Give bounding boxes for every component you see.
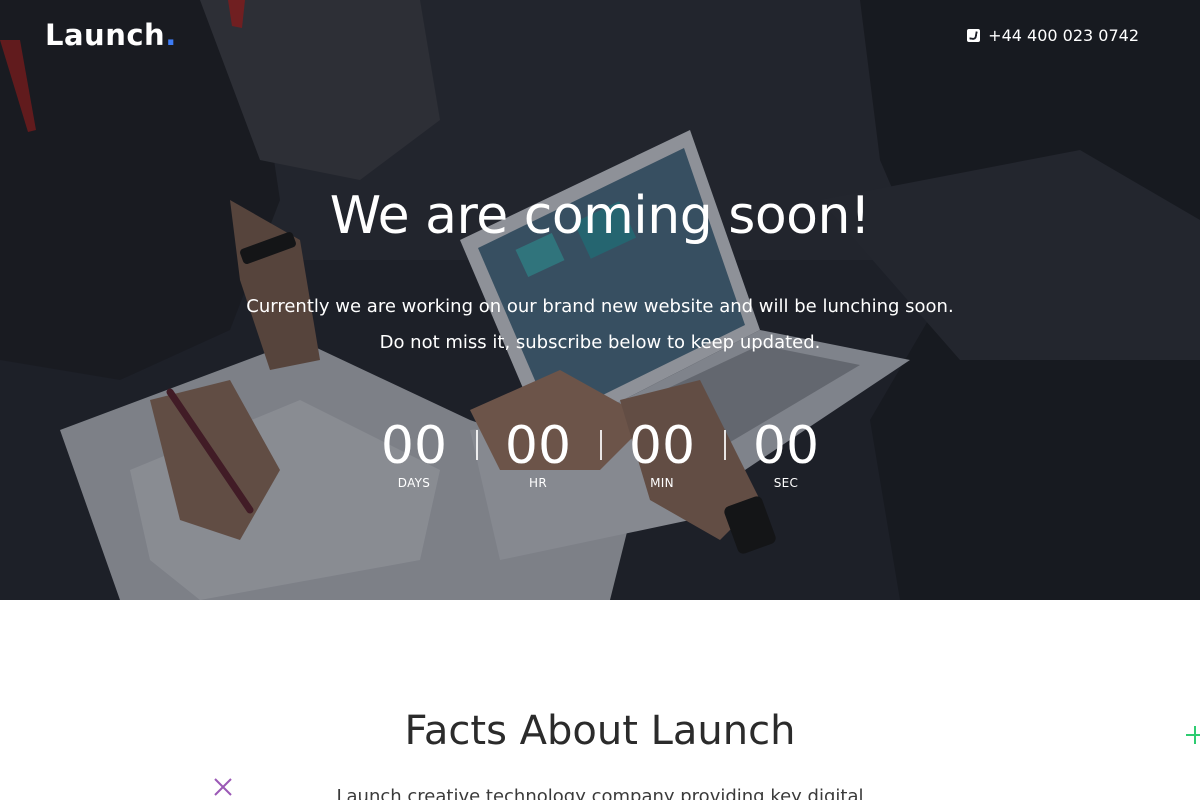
countdown-hours-value: 00 — [504, 416, 572, 476]
facts-section: Facts About Launch Launch creative techn… — [0, 600, 1200, 800]
coming-soon-page: Launch. +44 400 023 0742 We are coming s… — [0, 0, 1200, 800]
countdown-days: 00 DAYS — [352, 417, 476, 497]
countdown-minutes-label: MIN — [650, 476, 674, 490]
countdown-minutes: 00 MIN — [600, 417, 724, 497]
facts-description: Launch creative technology company provi… — [336, 786, 864, 800]
countdown-seconds-label: SEC — [773, 476, 799, 490]
hero-section: Launch. +44 400 023 0742 We are coming s… — [0, 0, 1200, 600]
phone-icon — [967, 29, 981, 42]
countdown-days-value: 00 — [380, 416, 448, 476]
page-headline: We are coming soon! — [329, 186, 871, 246]
countdown-days-label: DAYS — [397, 476, 431, 490]
intro-line-1: Currently we are working on our brand ne… — [246, 296, 954, 317]
logo-dot: . — [165, 18, 177, 52]
countdown-minutes-value: 00 — [628, 416, 696, 476]
countdown-hours-label: HR — [529, 476, 547, 490]
countdown-timer: 00 DAYS 00 HR 00 MIN 00 SEC — [352, 417, 848, 497]
countdown-hours: 00 HR — [476, 417, 600, 497]
header-phone-link[interactable]: +44 400 023 0742 — [967, 26, 1139, 45]
facts-title: Facts About Launch — [404, 708, 796, 754]
intro-text: Currently we are working on our brand ne… — [0, 289, 1200, 361]
countdown-seconds-value: 00 — [752, 416, 820, 476]
countdown-seconds: 00 SEC — [724, 417, 848, 497]
phone-number: +44 400 023 0742 — [988, 26, 1139, 45]
intro-line-2: Do not miss it, subscribe below to keep … — [379, 332, 821, 353]
site-logo[interactable]: Launch. — [45, 18, 177, 52]
logo-text: Launch — [45, 18, 166, 52]
